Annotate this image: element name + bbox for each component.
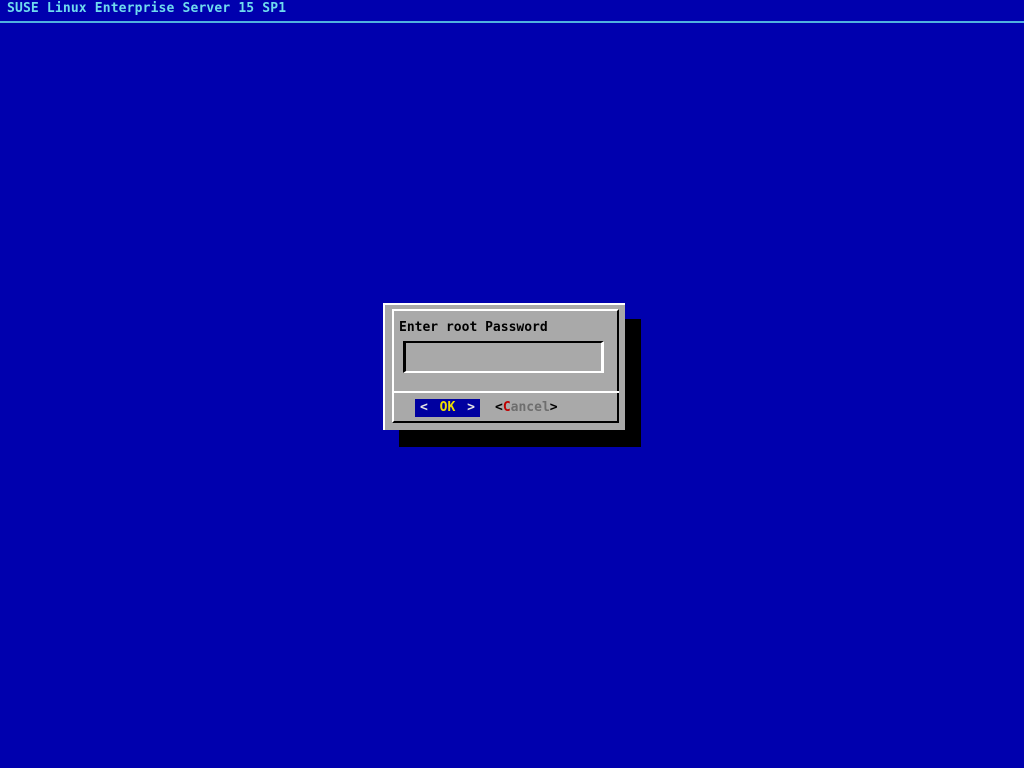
ok-label: OK bbox=[439, 400, 456, 415]
titlebar: SUSE Linux Enterprise Server 15 SP1 bbox=[0, 0, 1024, 22]
cancel-bracket-left: < bbox=[495, 400, 503, 415]
cancel-shortcut: C bbox=[502, 400, 511, 415]
cancel-label-rest: ancel bbox=[510, 400, 550, 415]
dialog-title: Enter root Password bbox=[399, 320, 548, 335]
button-separator bbox=[392, 391, 619, 393]
cancel-button[interactable]: <Cancel> bbox=[495, 400, 558, 417]
titlebar-title: SUSE Linux Enterprise Server 15 SP1 bbox=[7, 1, 287, 16]
cancel-bracket-right: > bbox=[549, 400, 558, 415]
password-input[interactable] bbox=[403, 341, 604, 373]
ok-bracket-left: < bbox=[420, 400, 428, 415]
desktop: { "titlebar": { "title": "SUSE Linux Ent… bbox=[0, 0, 1024, 768]
titlebar-divider bbox=[0, 21, 1024, 23]
password-dialog: Enter root Password < OK > <Cancel> bbox=[383, 303, 625, 430]
ok-bracket-right: > bbox=[467, 400, 475, 415]
ok-button[interactable]: < OK > bbox=[415, 399, 480, 417]
